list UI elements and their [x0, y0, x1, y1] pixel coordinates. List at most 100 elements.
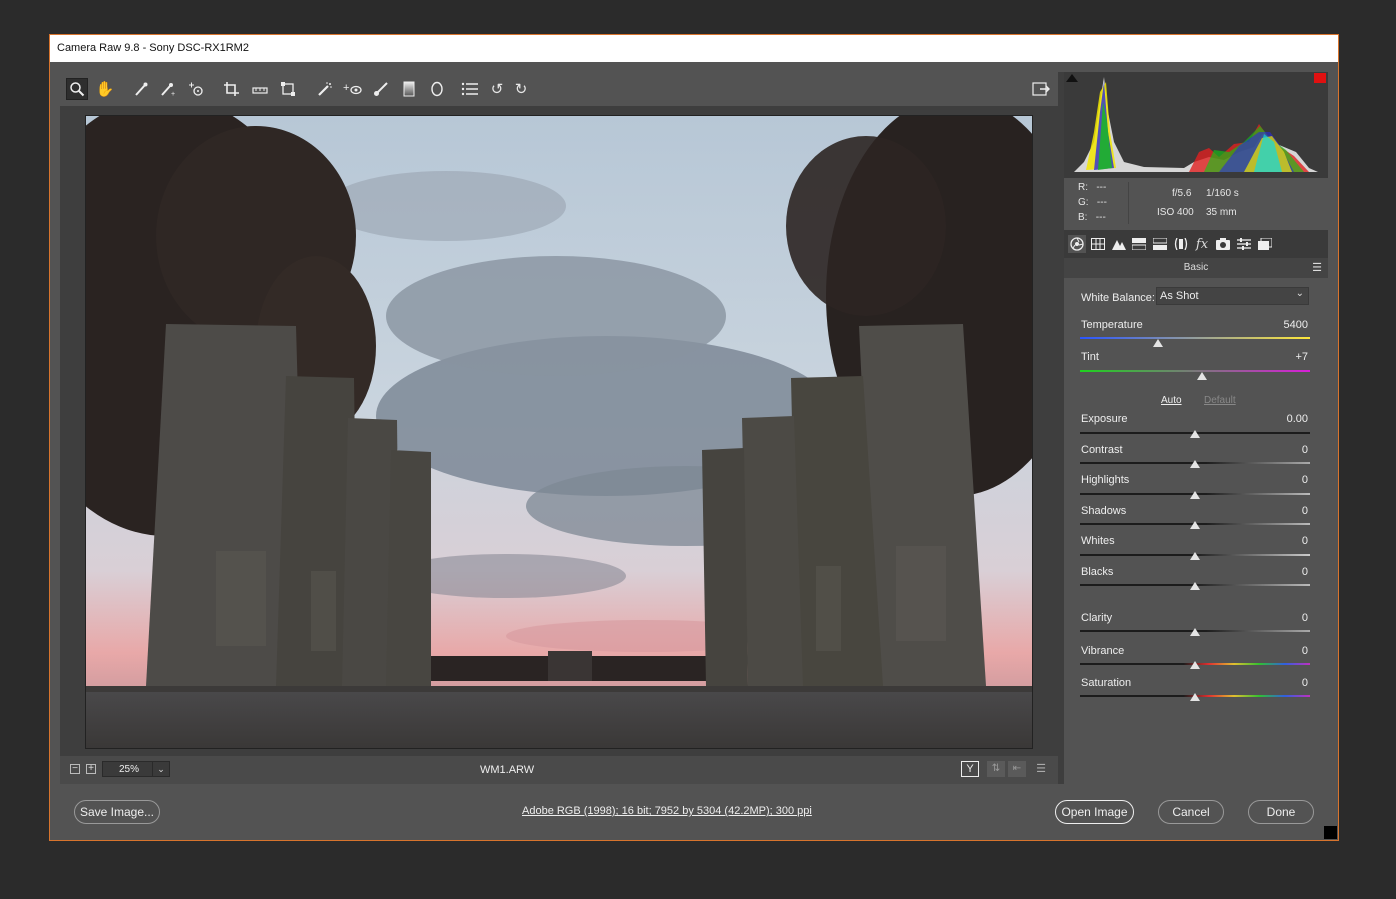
tab-snapshots-icon[interactable]	[1257, 236, 1273, 252]
photo-preview	[85, 115, 1033, 749]
fullscreen-toggle-icon[interactable]	[1030, 78, 1052, 100]
tab-presets-icon[interactable]	[1236, 236, 1252, 252]
vibrance-slider-thumb[interactable]	[1190, 661, 1200, 669]
graduated-filter-icon[interactable]	[398, 78, 420, 100]
copy-settings-icon[interactable]: ⇤	[1008, 761, 1026, 777]
color-sampler-icon[interactable]: +	[157, 78, 179, 100]
camera-info: R: --- G: --- B: --- f/5.6 1/160 s ISO 4…	[1064, 180, 1328, 230]
tab-camera-calibration-icon[interactable]	[1215, 236, 1231, 252]
default-link[interactable]: Default	[1204, 395, 1236, 406]
rotate-cw-icon[interactable]: ↻	[510, 78, 532, 100]
exposure-slider-thumb[interactable]	[1190, 430, 1200, 438]
rgb-readout-r: R: ---	[1078, 182, 1107, 193]
white-balance-icon[interactable]	[130, 78, 152, 100]
focal-length-value: 35 mm	[1206, 207, 1237, 218]
zoom-select[interactable]: 25% ⌄	[102, 761, 170, 777]
whites-label: Whites	[1081, 535, 1115, 547]
tab-tone-curve-icon[interactable]	[1090, 236, 1106, 252]
rgb-readout-g: G: ---	[1078, 197, 1107, 208]
radial-filter-icon[interactable]	[426, 78, 448, 100]
photo-image	[86, 116, 1032, 748]
panel-title-bar: Basic ☰	[1064, 258, 1328, 278]
histogram-graph	[1074, 77, 1318, 172]
shadows-slider-thumb[interactable]	[1190, 521, 1200, 529]
highlights-label: Highlights	[1081, 474, 1130, 486]
zoom-out-button[interactable]: −	[70, 764, 80, 774]
white-balance-value: As Shot	[1160, 290, 1199, 302]
tab-split-toning-icon[interactable]	[1152, 236, 1168, 252]
highlight-clip-warning-icon[interactable]	[1314, 73, 1326, 83]
highlights-value[interactable]: 0	[1258, 474, 1308, 486]
exposure-label: Exposure	[1081, 413, 1128, 425]
tint-slider-thumb[interactable]	[1196, 372, 1207, 380]
shadows-value[interactable]: 0	[1258, 505, 1308, 517]
auto-link[interactable]: Auto	[1161, 395, 1182, 406]
done-button[interactable]: Done	[1248, 800, 1314, 824]
open-image-button[interactable]: Open Image	[1055, 800, 1134, 824]
window-title: Camera Raw 9.8 - Sony DSC-RX1RM2	[50, 35, 1338, 62]
aperture-value: f/5.6	[1172, 188, 1192, 199]
resize-grip[interactable]	[1324, 826, 1337, 839]
exposure-value[interactable]: 0.00	[1258, 413, 1308, 425]
hand-icon[interactable]: ✋	[94, 78, 116, 100]
shadows-label: Shadows	[1081, 505, 1127, 517]
tab-effects-icon[interactable]: fx	[1194, 236, 1210, 252]
highlights-slider-thumb[interactable]	[1190, 491, 1200, 499]
iso-value: ISO 400	[1157, 207, 1194, 218]
save-image-button[interactable]: Save Image...	[74, 800, 160, 824]
blacks-label: Blacks	[1081, 566, 1114, 578]
clarity-value[interactable]: 0	[1258, 612, 1308, 624]
temperature-slider-thumb[interactable]	[1153, 339, 1164, 347]
tab-detail-icon[interactable]	[1111, 236, 1127, 252]
tab-lens-corrections-icon[interactable]	[1173, 236, 1189, 252]
clarity-slider-thumb[interactable]	[1190, 628, 1200, 636]
toolbar: ✋ + + ↺ ↻	[60, 72, 1058, 106]
swap-settings-icon[interactable]: ⇅	[987, 761, 1005, 777]
tint-slider-track[interactable]	[1080, 370, 1310, 372]
tint-value[interactable]: +7	[1258, 351, 1308, 363]
rotate-ccw-icon[interactable]: ↺	[486, 78, 508, 100]
workflow-options-link[interactable]: Adobe RGB (1998); 16 bit; 7952 by 5304 (…	[522, 805, 812, 817]
panel-menu-icon[interactable]: ☰	[1312, 258, 1322, 278]
zoom-icon[interactable]	[66, 78, 88, 100]
zoom-value: 25%	[119, 764, 140, 775]
adjustment-brush-icon[interactable]	[370, 78, 392, 100]
shadow-clip-warning-icon[interactable]	[1066, 74, 1078, 82]
svg-text:+: +	[171, 91, 175, 97]
tint-label: Tint	[1081, 351, 1099, 363]
saturation-slider-thumb[interactable]	[1190, 693, 1200, 701]
contrast-slider-thumb[interactable]	[1190, 460, 1200, 468]
zoom-in-button[interactable]: +	[86, 764, 96, 774]
panel-title: Basic	[1183, 262, 1209, 273]
vibrance-label: Vibrance	[1081, 645, 1125, 657]
white-balance-select[interactable]: As Shot ⌄	[1156, 287, 1309, 305]
targeted-adjust-icon[interactable]	[185, 78, 207, 100]
spot-removal-icon[interactable]	[314, 78, 336, 100]
saturation-value[interactable]: 0	[1258, 677, 1308, 689]
image-canvas[interactable]	[60, 106, 1058, 756]
before-after-y-icon[interactable]: Y	[961, 761, 979, 777]
view-settings-icon[interactable]: ☰	[1032, 761, 1050, 777]
temperature-slider-track[interactable]	[1080, 337, 1310, 339]
preferences-icon[interactable]	[459, 78, 481, 100]
whites-slider-thumb[interactable]	[1190, 552, 1200, 560]
straighten-icon[interactable]	[249, 78, 271, 100]
vibrance-value[interactable]: 0	[1258, 645, 1308, 657]
whites-value[interactable]: 0	[1258, 535, 1308, 547]
contrast-value[interactable]: 0	[1258, 444, 1308, 456]
side-panel: R: --- G: --- B: --- f/5.6 1/160 s ISO 4…	[1064, 72, 1328, 784]
blacks-value[interactable]: 0	[1258, 566, 1308, 578]
chevron-down-icon: ⌄	[1295, 288, 1304, 299]
rgb-readout-b: B: ---	[1078, 212, 1106, 223]
cancel-button[interactable]: Cancel	[1158, 800, 1224, 824]
blacks-slider-thumb[interactable]	[1190, 582, 1200, 590]
transform-icon[interactable]	[277, 78, 299, 100]
shutter-value: 1/160 s	[1206, 188, 1239, 199]
file-name: WM1.ARW	[480, 764, 535, 776]
crop-icon[interactable]	[221, 78, 243, 100]
tab-hsl-icon[interactable]	[1131, 236, 1147, 252]
tab-basic-icon[interactable]	[1068, 235, 1086, 253]
temperature-value[interactable]: 5400	[1258, 319, 1308, 331]
red-eye-icon[interactable]: +	[342, 78, 364, 100]
panel-tabs: fx	[1064, 230, 1328, 258]
